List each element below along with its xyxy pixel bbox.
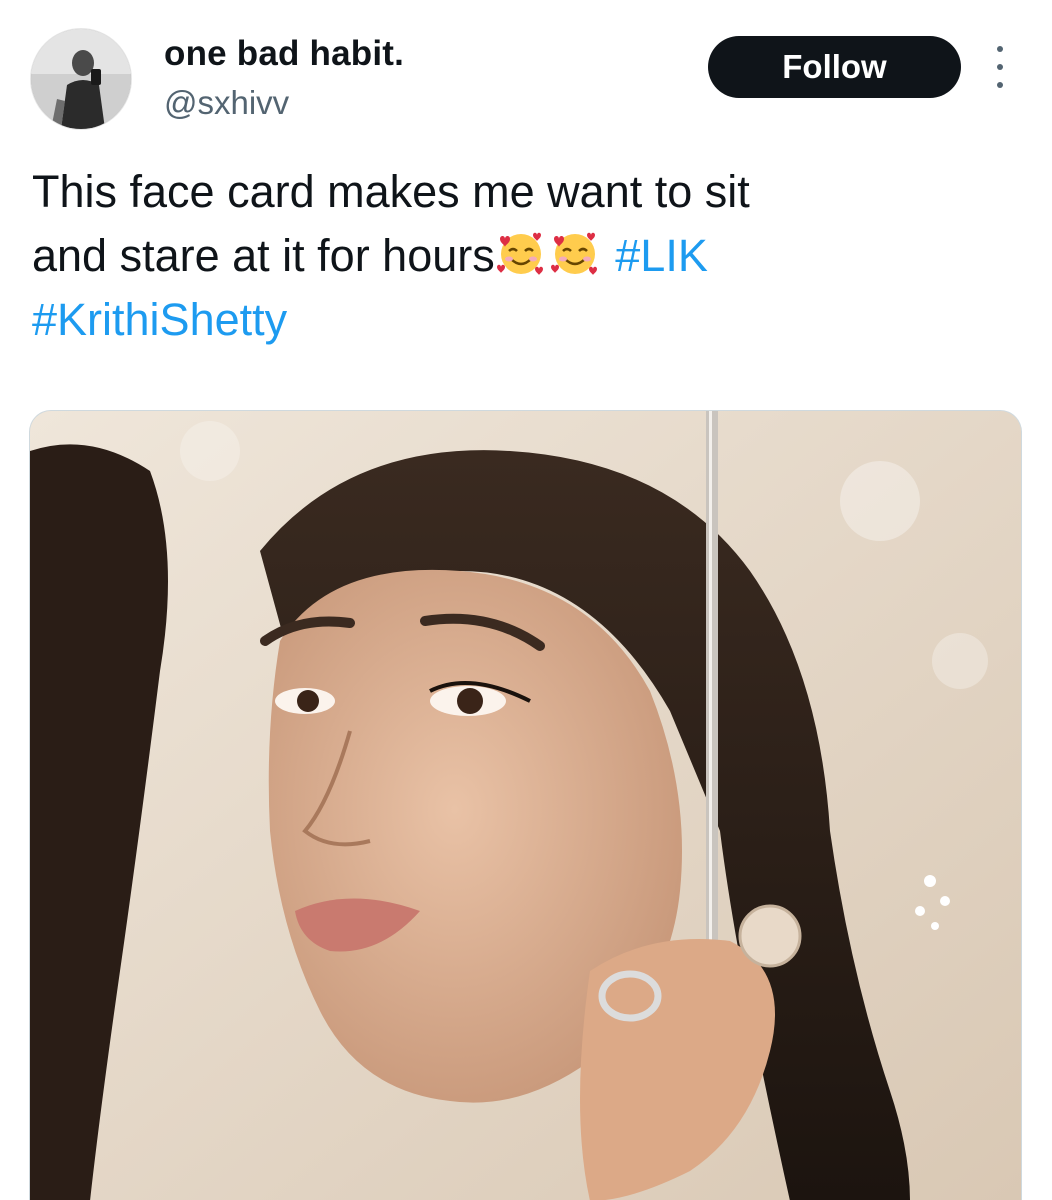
tweet-text: This face card makes me want to sit and …	[32, 160, 1022, 352]
avatar[interactable]	[30, 28, 132, 130]
tweet-text-line-2: and stare at it for hours #LIK	[32, 224, 1022, 288]
more-vertical-icon[interactable]	[988, 46, 1012, 88]
dot	[997, 82, 1003, 88]
smiling-face-with-hearts-icon	[550, 232, 597, 275]
smiling-face-with-hearts-icon	[496, 232, 543, 275]
author-handle[interactable]: @sxhivv	[164, 84, 289, 122]
tweet-text-line-3: #KrithiShetty	[32, 288, 1022, 352]
follow-button[interactable]: Follow	[708, 36, 961, 98]
dot	[997, 64, 1003, 70]
tweet-text-segment: and stare at it for hours	[32, 230, 495, 281]
avatar-photo	[31, 29, 131, 129]
dot	[997, 46, 1003, 52]
hashtag-link[interactable]: #LIK	[615, 230, 708, 281]
media-photo	[30, 411, 1021, 1200]
author-display-name[interactable]: one bad habit.	[164, 34, 404, 74]
tweet-media-image[interactable]	[29, 410, 1022, 1200]
tweet-text-line-1: This face card makes me want to sit	[32, 166, 750, 217]
hashtag-link[interactable]: #KrithiShetty	[32, 294, 287, 345]
